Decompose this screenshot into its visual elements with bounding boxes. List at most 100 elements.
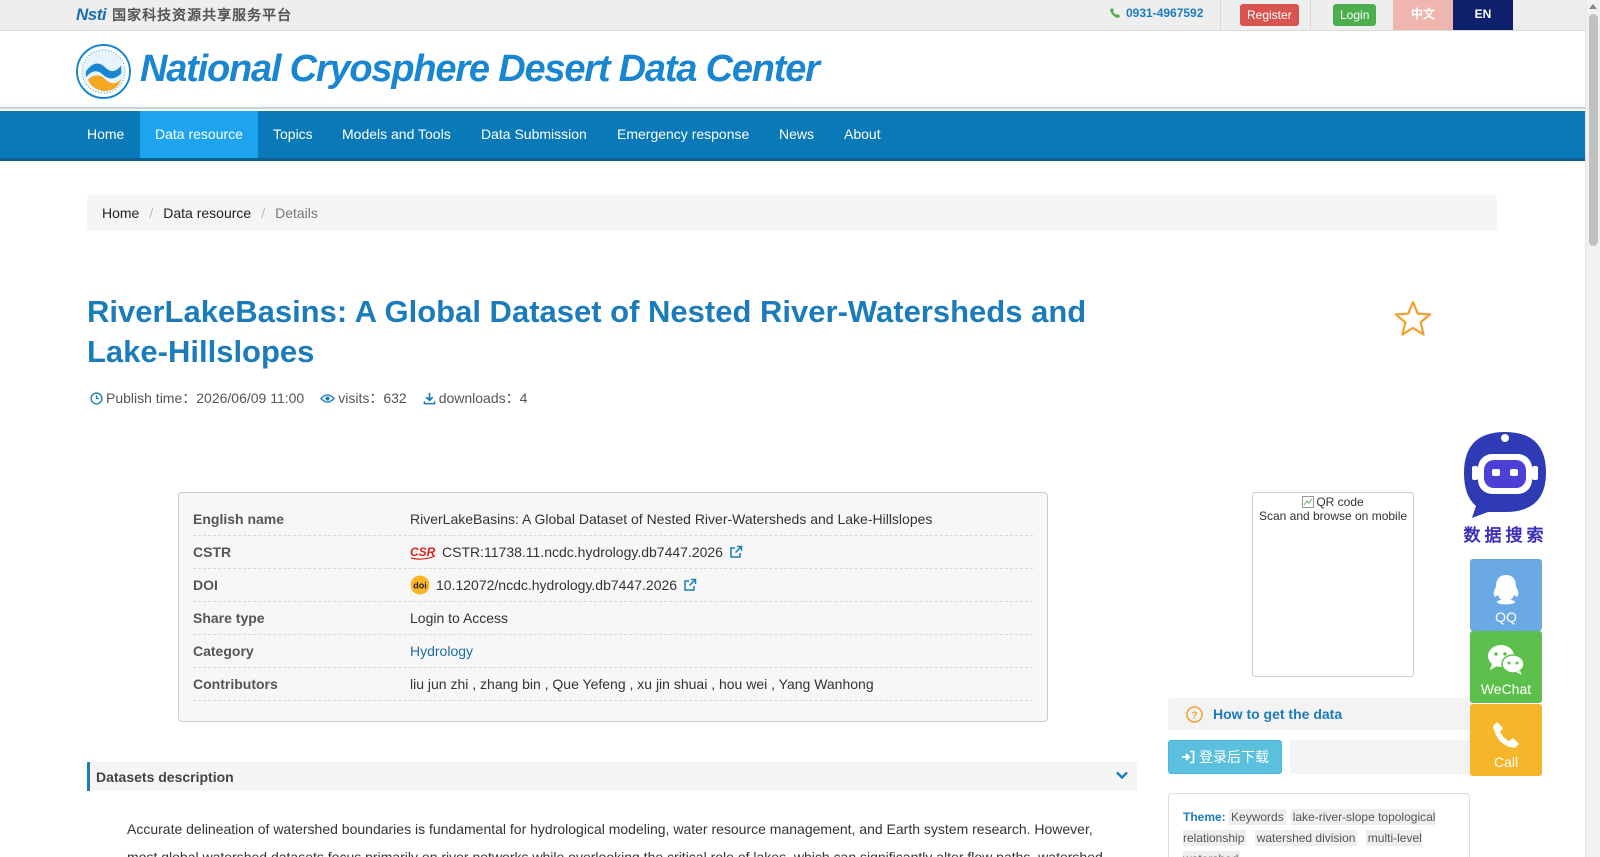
qr-caption: Scan and browse on mobile xyxy=(1258,509,1408,523)
login-to-download-label: 登录后下载 xyxy=(1199,749,1269,765)
category-link[interactable]: Hydrology xyxy=(410,643,473,659)
chevron-down-icon[interactable] xyxy=(1115,768,1129,782)
login-to-download-button[interactable]: 登录后下载 xyxy=(1168,740,1282,774)
cstr-value: CSR CSTR:11738.11.ncdc.hydrology.db7447.… xyxy=(410,544,743,560)
visit-count: visits：632 xyxy=(320,388,407,408)
phone-number: 0931-4967592 xyxy=(1110,6,1203,20)
visit-count-text: visits：632 xyxy=(338,390,407,406)
phone-text: 0931-4967592 xyxy=(1126,6,1204,20)
download-count-text: downloads：4 xyxy=(438,390,528,406)
qr-alt-text: QR code xyxy=(1316,495,1364,509)
qq-icon xyxy=(1493,575,1519,605)
scrollbar-thumb[interactable] xyxy=(1589,14,1598,246)
nav-item-models-tools[interactable]: Models and Tools xyxy=(327,111,466,158)
broken-image-icon xyxy=(1302,496,1315,508)
wechat-icon xyxy=(1488,645,1525,675)
nsti-logo-mark: Nsti xyxy=(76,5,107,24)
contributors-value: liu jun zhi , zhang bin , Que Yefeng , x… xyxy=(410,676,874,692)
download-count: downloads：4 xyxy=(423,388,528,408)
phone-icon xyxy=(1110,8,1120,18)
qr-code-image: QR code xyxy=(1253,495,1413,509)
doi-logo-icon: doi xyxy=(410,575,430,595)
info-key: CSTR xyxy=(193,544,232,560)
dataset-description-heading: Datasets description xyxy=(96,768,234,785)
platform-logo[interactable]: Nsti 国家科技资源共享服务平台 xyxy=(76,5,292,25)
english-name-value: RiverLakeBasins: A Global Dataset of Nes… xyxy=(410,511,933,527)
page-scrollbar[interactable] xyxy=(1585,0,1600,857)
favorite-star-icon[interactable] xyxy=(1393,299,1433,339)
wechat-label: WeChat xyxy=(1480,681,1532,697)
nav-item-home[interactable]: Home xyxy=(72,111,139,158)
cstr-logo-icon: CSR xyxy=(410,545,436,560)
table-row: Contributors liu jun zhi , zhang bin , Q… xyxy=(193,668,1033,701)
site-header: National Cryosphere Desert Data Center xyxy=(0,31,1585,109)
keyword-tag[interactable]: watershed division xyxy=(1254,830,1358,846)
robot-icon xyxy=(1464,432,1546,518)
qq-label: QQ xyxy=(1495,609,1517,625)
info-key: Category xyxy=(193,643,254,659)
table-row: English name RiverLakeBasins: A Global D… xyxy=(193,503,1033,536)
breadcrumb-home[interactable]: Home xyxy=(102,205,139,221)
dataset-title: RiverLakeBasins: A Global Dataset of Nes… xyxy=(87,294,1087,369)
nav-item-topics[interactable]: Topics xyxy=(258,111,328,158)
breadcrumb-data-resource[interactable]: Data resource xyxy=(163,205,251,221)
publish-time: Publish time：2026/06/09 11:00 xyxy=(90,388,304,408)
how-to-get-data[interactable]: ? How to get the data xyxy=(1168,698,1478,730)
external-link-icon[interactable] xyxy=(683,578,697,592)
phone-call-icon xyxy=(1493,722,1519,748)
nav-item-emergency-response[interactable]: Emergency response xyxy=(602,111,764,158)
login-button[interactable]: Login xyxy=(1333,4,1377,26)
info-key: Share type xyxy=(193,610,265,626)
dataset-info-table: English name RiverLakeBasins: A Global D… xyxy=(178,492,1048,722)
nav-item-data-resource[interactable]: Data resource xyxy=(140,111,258,158)
breadcrumb-current: Details xyxy=(275,205,318,221)
cstr-link[interactable]: CSTR:11738.11.ncdc.hydrology.db7447.2026 xyxy=(442,544,723,560)
doi-value: doi 10.12072/ncdc.hydrology.db7447.2026 xyxy=(410,575,697,595)
table-row: Share type Login to Access xyxy=(193,602,1033,635)
nav-item-data-submission[interactable]: Data Submission xyxy=(466,111,602,158)
keywords-label: Keywords xyxy=(1229,809,1286,825)
center-logo-icon[interactable] xyxy=(76,44,131,99)
question-circle-icon: ? xyxy=(1186,705,1203,723)
call-label: Call xyxy=(1493,754,1519,770)
doi-link[interactable]: 10.12072/ncdc.hydrology.db7447.2026 xyxy=(436,577,677,593)
center-title[interactable]: National Cryosphere Desert Data Center xyxy=(140,48,820,91)
sign-in-icon xyxy=(1182,750,1195,764)
main-nav: Home Data resource Topics Models and Too… xyxy=(0,111,1585,161)
dataset-description-header[interactable]: Datasets description xyxy=(87,762,1137,791)
svg-text:?: ? xyxy=(1191,710,1197,721)
info-key: DOI xyxy=(193,577,218,593)
nav-item-news[interactable]: News xyxy=(764,111,829,158)
robot-label: 数据搜索 xyxy=(1463,526,1548,545)
scroll-up-icon[interactable] xyxy=(1589,4,1597,9)
divider xyxy=(1220,0,1221,31)
breadcrumb: Home / Data resource / Details xyxy=(87,195,1497,231)
platform-name: 国家科技资源共享服务平台 xyxy=(112,7,293,23)
download-icon xyxy=(423,392,436,404)
external-link-icon[interactable] xyxy=(729,545,743,559)
qr-code-panel: QR code Scan and browse on mobile xyxy=(1252,492,1414,677)
table-row: DOI doi 10.12072/ncdc.hydrology.db7447.2… xyxy=(193,569,1033,602)
table-row: Category Hydrology xyxy=(193,635,1033,668)
divider xyxy=(1310,0,1311,31)
download-strip xyxy=(1290,740,1478,774)
info-key: Contributors xyxy=(193,676,278,692)
dataset-meta: Publish time：2026/06/09 11:00 visits：632… xyxy=(90,388,527,408)
table-row: CSTR CSR CSTR:11738.11.ncdc.hydrology.db… xyxy=(193,536,1033,569)
how-to-get-data-label: How to get the data xyxy=(1213,706,1343,722)
top-strip: Nsti 国家科技资源共享服务平台 0931-4967592 Register … xyxy=(0,0,1585,31)
breadcrumb-separator: / xyxy=(261,205,266,221)
data-search-robot[interactable]: 数据搜索 xyxy=(1458,428,1553,545)
register-button[interactable]: Register xyxy=(1240,4,1299,26)
theme-label: Theme: xyxy=(1183,810,1226,824)
language-english-button[interactable]: EN xyxy=(1453,0,1513,30)
language-chinese-button[interactable]: 中文 xyxy=(1393,0,1453,30)
nav-item-about[interactable]: About xyxy=(829,111,896,158)
qq-contact-button[interactable]: QQ xyxy=(1470,559,1542,631)
call-contact-button[interactable]: Call xyxy=(1470,704,1542,776)
share-type-value: Login to Access xyxy=(410,610,509,626)
info-key: English name xyxy=(193,511,285,527)
wechat-contact-button[interactable]: WeChat xyxy=(1470,631,1542,703)
publish-time-text: Publish time：2026/06/09 11:00 xyxy=(106,390,305,406)
clock-icon xyxy=(90,391,103,405)
